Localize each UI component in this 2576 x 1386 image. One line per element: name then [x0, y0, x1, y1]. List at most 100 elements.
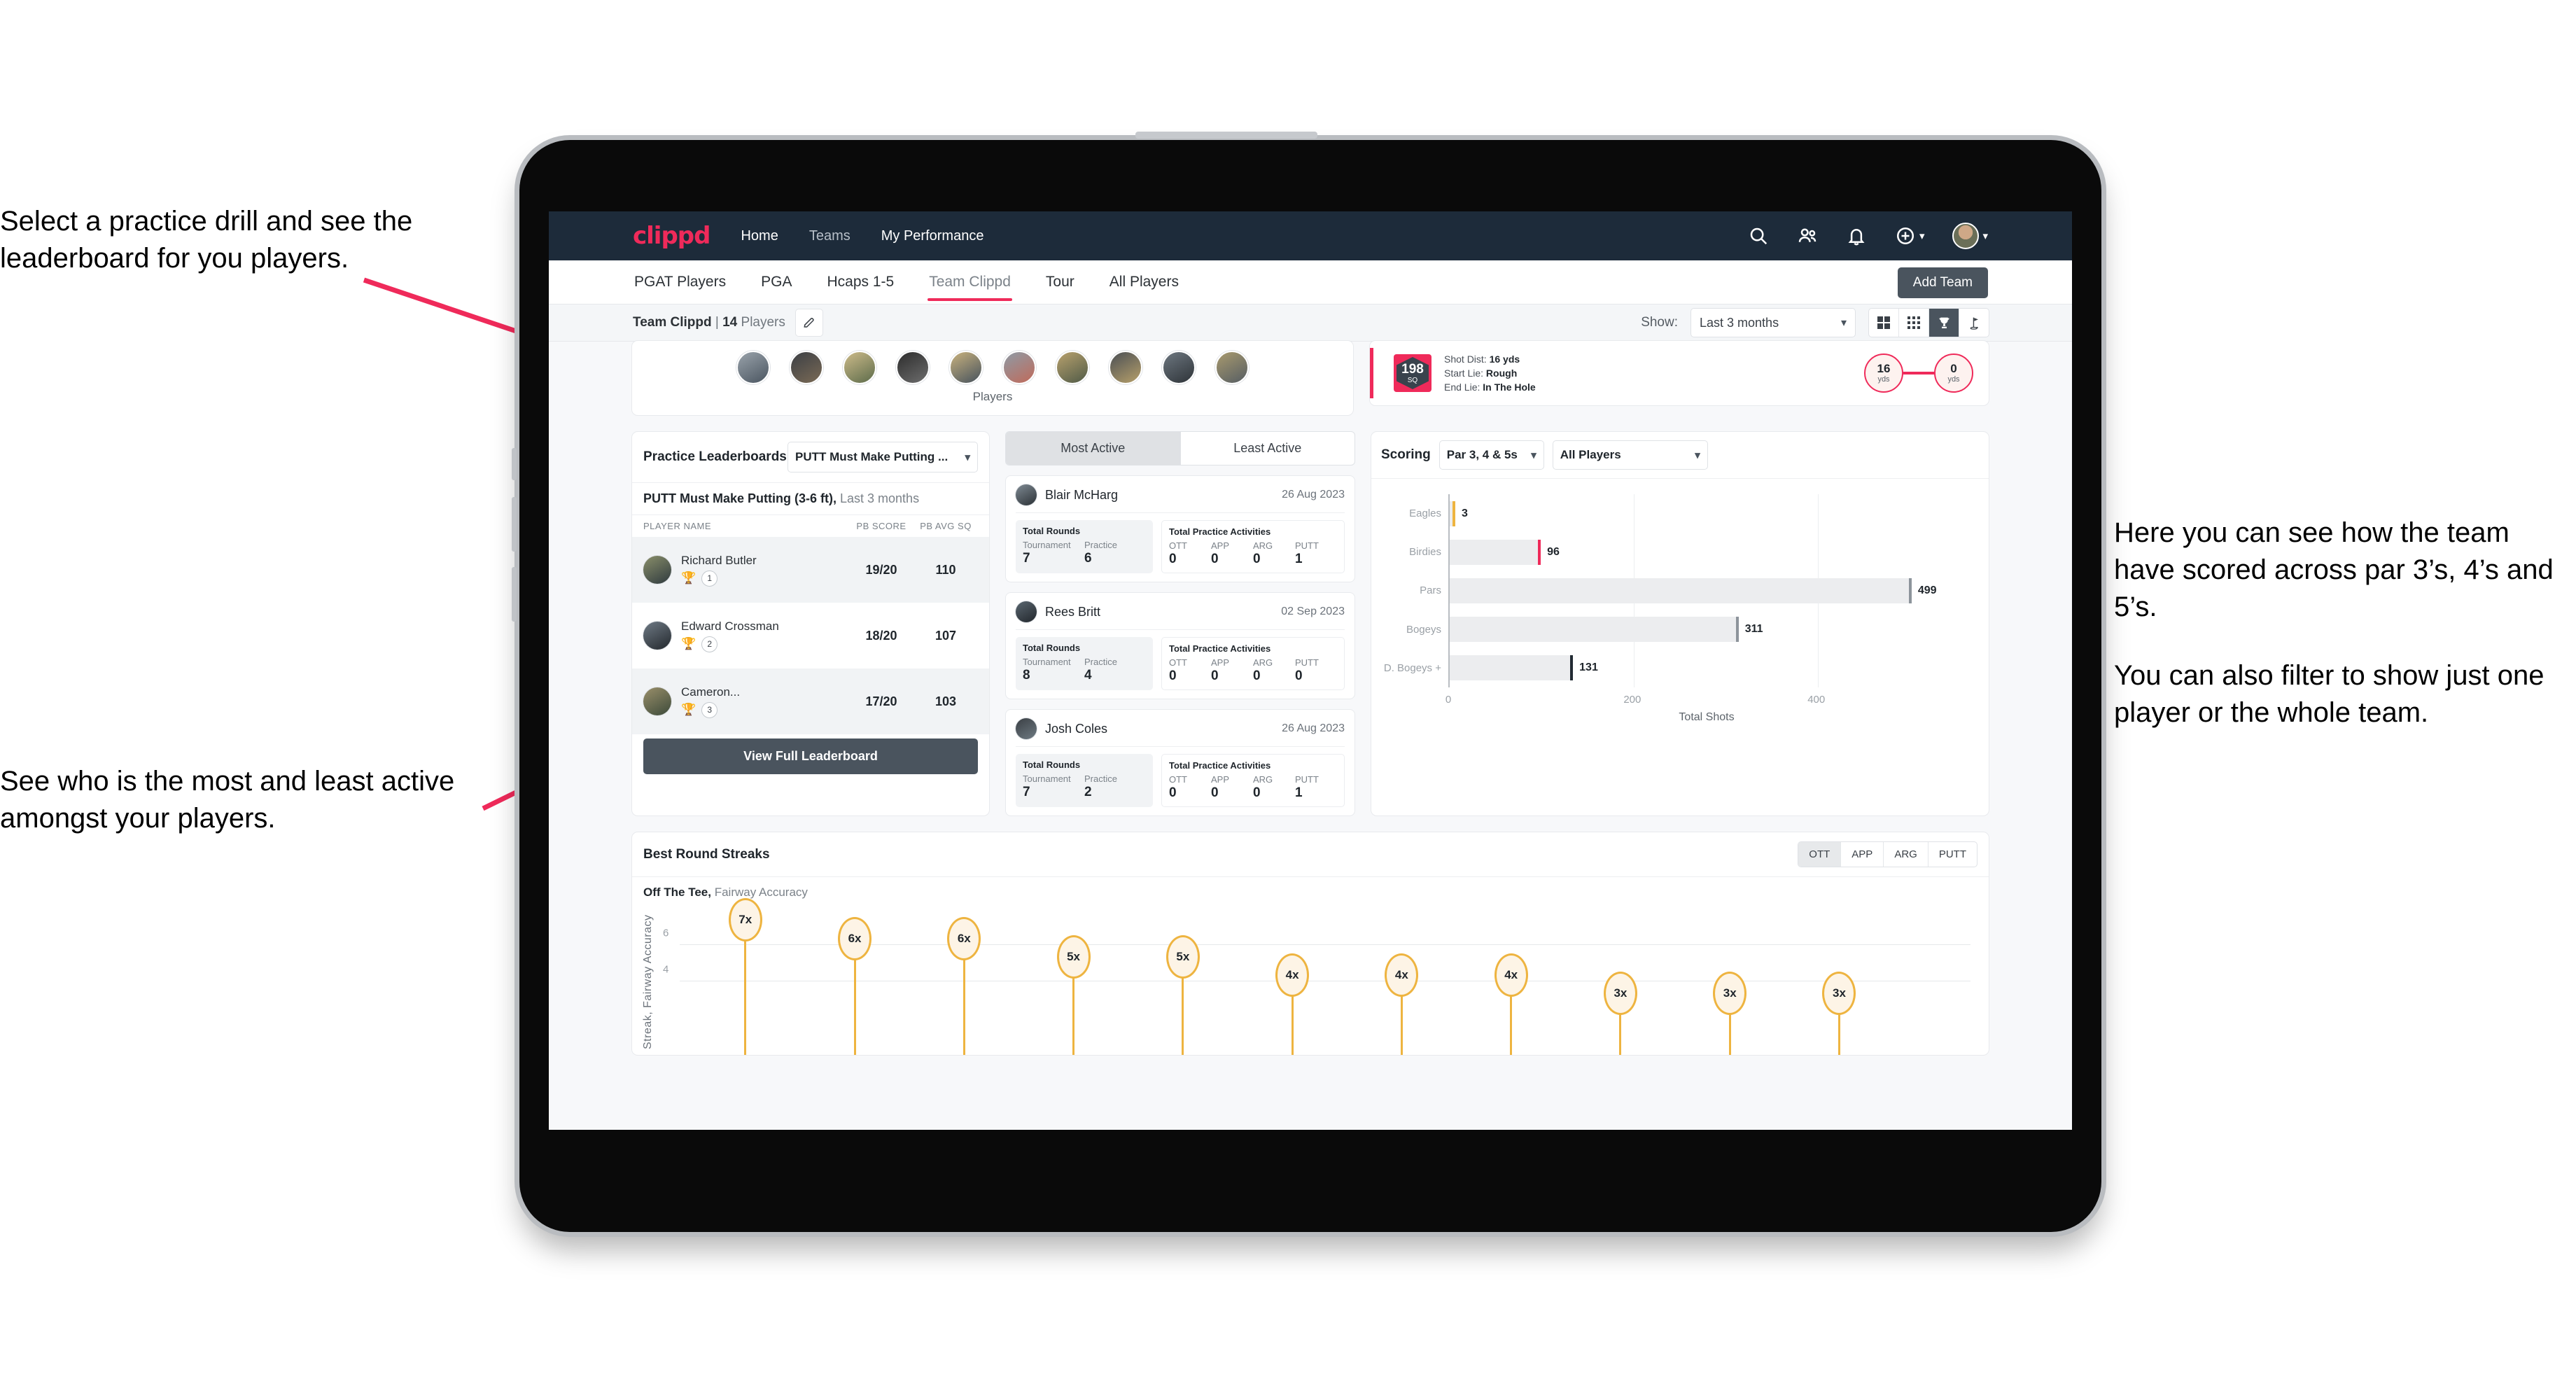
activity-value: 0 [1211, 785, 1219, 800]
scoring-category-label: Bogeys [1406, 623, 1441, 636]
scoring-bar-row: Eagles 3 [1409, 500, 1965, 526]
player-filter-select[interactable]: All Players ▾ [1552, 440, 1708, 470]
streak-marker[interactable]: 4x [1385, 953, 1419, 997]
nav-link-teams[interactable]: Teams [809, 228, 850, 244]
player-avatar[interactable] [736, 351, 770, 384]
leaderboard-subtitle-period: Last 3 months [836, 491, 920, 505]
streak-marker[interactable]: 7x [728, 898, 762, 942]
pb-score-value: 17/20 [865, 694, 897, 708]
player-avatar[interactable] [1162, 351, 1196, 384]
activity-key: OTT [1169, 657, 1187, 668]
activity-key: PUTT [1295, 540, 1319, 551]
toggle-app[interactable]: APP [1841, 842, 1884, 867]
player-avatar[interactable] [1109, 351, 1142, 384]
people-icon[interactable] [1797, 225, 1818, 246]
activity-keys: OTT APP ARG PUTT [1169, 657, 1337, 668]
player-avatar [643, 556, 671, 584]
edit-team-button[interactable] [794, 309, 823, 337]
segment-least-active[interactable]: Least Active [1180, 432, 1355, 465]
tab-pgat-players[interactable]: PGAT Players [633, 264, 727, 300]
player-avatar[interactable] [790, 351, 823, 384]
streak-marker[interactable]: 4x [1275, 953, 1310, 997]
nav-link-my-performance[interactable]: My Performance [881, 228, 984, 244]
player-avatar[interactable] [843, 351, 876, 384]
activity-keys: OTT APP ARG PUTT [1169, 774, 1337, 785]
streak-marker[interactable]: 3x [1822, 972, 1856, 1016]
player-avatar[interactable] [1215, 351, 1249, 384]
trophy-icon: 🏆 [681, 571, 696, 584]
rounds-values: 72 [1023, 785, 1146, 800]
streak-marker[interactable]: 6x [947, 916, 981, 960]
activity-player-card[interactable]: Blair McHarg 26 Aug 2023 Total Rounds Tourn… [1005, 475, 1355, 582]
annotation-text-2: You can also filter to show just one pla… [2114, 660, 2544, 729]
activity-values: 0 0 0 1 [1169, 552, 1337, 567]
best-round-streaks-card: Best Round Streaks OTT APP ARG PUTT Off … [631, 832, 1989, 1056]
clippd-logo[interactable]: clippd [633, 222, 710, 250]
scoring-bar-fill [1450, 617, 1736, 643]
start-distance-marker: 16 yds [1864, 354, 1903, 393]
activity-player-card[interactable]: Josh Coles 26 Aug 2023 Total Rounds Tournam… [1005, 709, 1355, 816]
tab-pga[interactable]: PGA [760, 264, 793, 300]
streak-marker[interactable]: 6x [838, 916, 872, 960]
toggle-putt[interactable]: PUTT [1928, 842, 1977, 867]
avatar[interactable]: ▾ [1952, 223, 1988, 249]
tab-team-clippd[interactable]: Team Clippd [927, 264, 1012, 301]
player-avatar[interactable] [949, 351, 983, 384]
streak-stem [744, 926, 747, 1055]
grid-large-icon-button[interactable] [1869, 309, 1899, 337]
plus-circle-icon[interactable]: ▾ [1895, 225, 1924, 246]
streak-marker[interactable]: 5x [1166, 934, 1200, 979]
scoring-header: Scoring Par 3, 4 & 5s ▾ All Players ▾ [1371, 432, 1989, 479]
player-name: Edward Crossman [681, 619, 779, 633]
scoring-bar-value: 96 [1547, 545, 1560, 558]
grid-small-icon-button[interactable] [1899, 309, 1929, 337]
bell-icon[interactable] [1846, 225, 1867, 246]
scoring-x-axis-label: Total Shots [1679, 711, 1735, 723]
period-select[interactable]: Last 3 months ▾ [1690, 308, 1856, 337]
column-pb-score: PB SCORE [856, 521, 906, 531]
flag-icon-button[interactable] [1959, 309, 1989, 337]
streak-marker[interactable]: 5x [1056, 934, 1091, 979]
distance-connector-line [1903, 372, 1934, 374]
leaderboard-row[interactable]: Richard Butler 🏆 1 19/20 110 [632, 537, 989, 603]
player-avatar[interactable] [1002, 351, 1036, 384]
chevron-down-icon: ▾ [1531, 449, 1536, 461]
tab-tour[interactable]: Tour [1044, 264, 1076, 300]
scoring-chart: Eagles 3 Birdies 96 Pars 499 Bogeys 311 D. Bogey… [1371, 479, 1989, 729]
device-volume-up-button [512, 497, 517, 552]
search-icon[interactable] [1748, 225, 1769, 246]
tab-hcaps-1-5[interactable]: Hcaps 1-5 [825, 264, 895, 300]
dashboard-row-2: Practice Leaderboards PUTT Must Make Put… [631, 431, 1989, 816]
activity-card-header: Rees Britt 02 Sep 2023 [1016, 601, 1345, 630]
nav-link-home[interactable]: Home [741, 228, 778, 244]
leaderboard-title: Practice Leaderboards [643, 449, 787, 464]
activity-player-card[interactable]: Rees Britt 02 Sep 2023 Total Rounds Tournam… [1005, 592, 1355, 699]
streak-marker[interactable]: 3x [1713, 972, 1747, 1016]
tab-all-players[interactable]: All Players [1108, 264, 1180, 300]
pb-avg-sq-value: 110 [935, 562, 956, 577]
streak-marker[interactable]: 3x [1603, 972, 1637, 1016]
trophy-icon-button[interactable] [1929, 309, 1959, 337]
leaderboard-player: Cameron... 🏆 3 [681, 685, 849, 718]
toggle-arg[interactable]: ARG [1884, 842, 1928, 867]
drill-select[interactable]: PUTT Must Make Putting ... ▾ [788, 442, 978, 472]
scoring-bar-row: D. Bogeys + 131 [1384, 655, 1965, 681]
par-filter-select[interactable]: Par 3, 4 & 5s ▾ [1438, 440, 1544, 470]
end-lie-label: End Lie: [1444, 382, 1483, 393]
view-full-leaderboard-button[interactable]: View Full Leaderboard [643, 738, 978, 774]
practice-leaderboards-card: Practice Leaderboards PUTT Must Make Put… [631, 431, 990, 816]
start-distance-value: 16 [1877, 362, 1891, 375]
add-team-button[interactable]: Add Team [1897, 267, 1988, 298]
player-avatar[interactable] [1056, 351, 1089, 384]
leaderboard-row[interactable]: Cameron... 🏆 3 17/20 103 [632, 668, 989, 734]
activity-value: 0 [1253, 785, 1261, 800]
leaderboard-row[interactable]: Edward Crossman 🏆 2 18/20 107 [632, 603, 989, 668]
annotation-right: Here you can see how the team have score… [2114, 514, 2562, 732]
segment-most-active[interactable]: Most Active [1006, 432, 1180, 465]
streak-marker[interactable]: 4x [1494, 953, 1528, 997]
player-avatar [1016, 484, 1037, 505]
toggle-ott[interactable]: OTT [1798, 842, 1842, 867]
player-avatar[interactable] [896, 351, 930, 384]
activity-value: 0 [1169, 552, 1177, 566]
end-lie-value: In The Hole [1483, 382, 1536, 393]
